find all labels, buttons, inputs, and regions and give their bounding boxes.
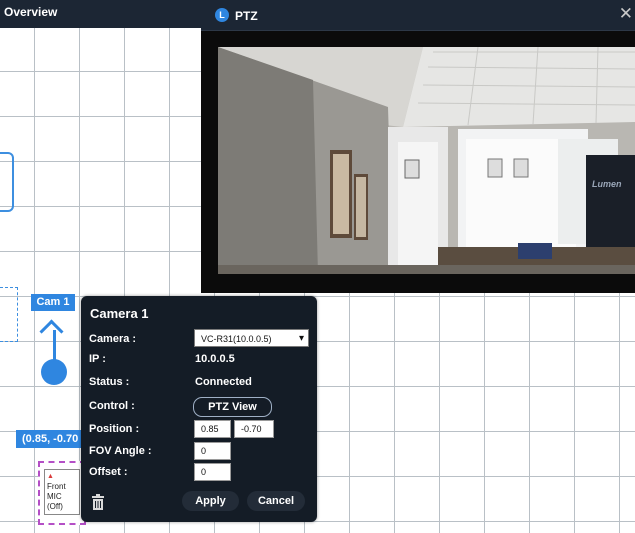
brand-logo-icon: L xyxy=(215,8,229,22)
position-label: Position : xyxy=(89,423,140,435)
ip-value: 10.0.0.5 xyxy=(195,353,235,365)
fov-input[interactable]: 0 xyxy=(194,442,231,460)
position-y-input[interactable]: -0.70 xyxy=(234,420,274,438)
mic-device[interactable]: ▲ Front MIC (Off) xyxy=(38,461,86,525)
camera-label: Camera : xyxy=(89,333,137,345)
status-value: Connected xyxy=(195,376,252,388)
camera-select-value: VC-R31(10.0.0.5) xyxy=(201,334,272,344)
mic-line3: (Off) xyxy=(47,502,63,511)
panel-title: Camera 1 xyxy=(90,306,149,321)
overview-title: Overview xyxy=(4,5,58,19)
offset-label: Offset : xyxy=(89,466,128,478)
ptz-window: L PTZ ✕ Lumen xyxy=(201,0,635,293)
chevron-down-icon: ▾ xyxy=(298,333,304,344)
ptz-window-header[interactable]: L PTZ ✕ xyxy=(201,0,635,31)
position-x-input[interactable]: 0.85 xyxy=(194,420,231,438)
apply-button[interactable]: Apply xyxy=(182,491,239,511)
ptz-window-title: PTZ xyxy=(235,9,258,23)
status-label: Status : xyxy=(89,376,130,388)
offset-input[interactable]: 0 xyxy=(194,463,231,481)
fov-label: FOV Angle : xyxy=(89,445,152,457)
mic-arrow-icon: ▲ xyxy=(47,473,54,480)
ip-label: IP : xyxy=(89,353,106,365)
position-tag: (0.85, -0.70 xyxy=(16,430,85,448)
cam-label-tag[interactable]: Cam 1 xyxy=(31,294,75,311)
mic-line1: Front xyxy=(47,482,66,491)
mic-line2: MIC xyxy=(47,492,62,501)
close-icon[interactable]: ✕ xyxy=(619,5,633,23)
control-label: Control : xyxy=(89,400,135,412)
video-frame: Lumen xyxy=(218,47,635,274)
ptz-view-button[interactable]: PTZ View xyxy=(193,397,272,417)
video-watermark: Lumen xyxy=(592,179,622,189)
camera-settings-panel: Camera 1 Camera : VC-R31(10.0.0.5) ▾ IP … xyxy=(81,296,317,522)
cancel-button[interactable]: Cancel xyxy=(247,491,305,511)
trash-icon[interactable] xyxy=(91,494,105,510)
selection-outline xyxy=(0,287,18,342)
mic-device-label: ▲ Front MIC (Off) xyxy=(44,469,80,515)
camera-video-feed[interactable]: Lumen xyxy=(218,47,635,274)
camera-marker[interactable] xyxy=(41,359,67,385)
camera-select[interactable]: VC-R31(10.0.0.5) ▾ xyxy=(194,329,309,347)
device-bracket[interactable] xyxy=(0,152,14,212)
